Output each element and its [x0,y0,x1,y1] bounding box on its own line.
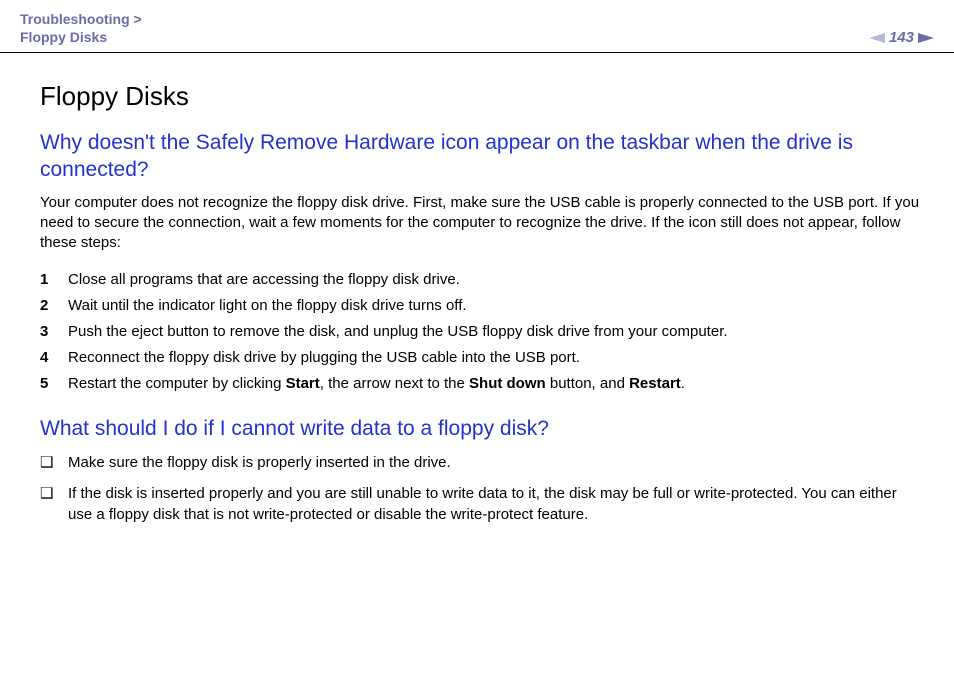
page-content: Floppy Disks Why doesn't the Safely Remo… [0,53,954,565]
next-page-icon[interactable] [918,33,934,43]
page-header: Troubleshooting > Floppy Disks 143 [0,0,954,53]
section1-steps: Close all programs that are accessing th… [40,268,924,396]
step-item: Close all programs that are accessing th… [40,268,924,292]
step-item: Wait until the indicator light on the fl… [40,294,924,318]
breadcrumb: Troubleshooting > Floppy Disks [20,10,142,46]
bullet-item: If the disk is inserted properly and you… [40,483,924,525]
section1-intro: Your computer does not recognize the flo… [40,193,924,254]
breadcrumb-line2: Floppy Disks [20,29,107,45]
bullet-item: Make sure the floppy disk is properly in… [40,452,924,473]
page-title: Floppy Disks [40,81,924,112]
step-item: Reconnect the floppy disk drive by plugg… [40,346,924,370]
page-number: 143 [889,29,914,46]
section1-heading: Why doesn't the Safely Remove Hardware i… [40,130,924,183]
prev-page-icon[interactable] [869,33,885,43]
section2-bullets: Make sure the floppy disk is properly in… [40,452,924,525]
section2-heading: What should I do if I cannot write data … [40,416,924,442]
step-item: Push the eject button to remove the disk… [40,320,924,344]
page-nav: 143 [869,29,934,46]
step-item: Restart the computer by clicking Start, … [40,372,924,396]
breadcrumb-line1: Troubleshooting > [20,11,142,27]
